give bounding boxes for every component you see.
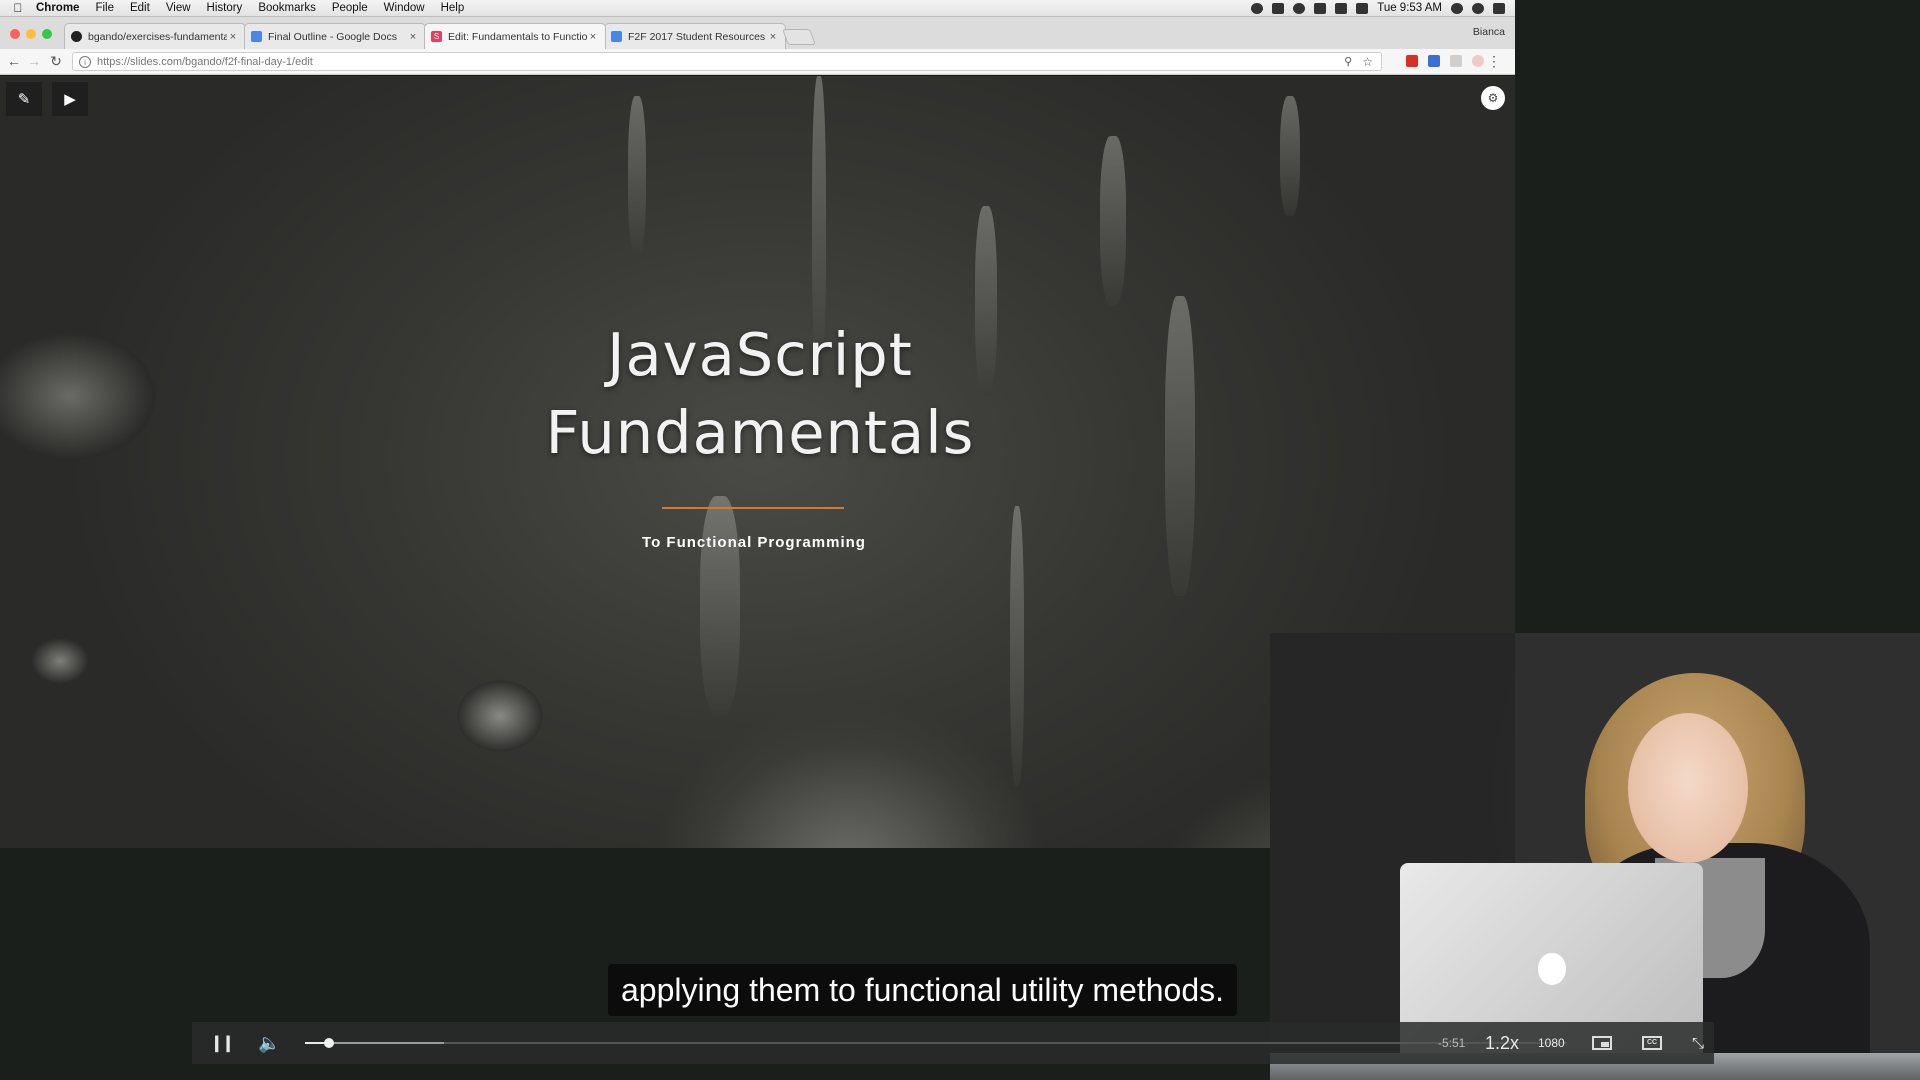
slide-title-line: Fundamentals: [545, 398, 975, 467]
quality-button[interactable]: 1080: [1538, 1022, 1565, 1064]
menu-bookmarks[interactable]: Bookmarks: [258, 2, 316, 14]
video-player-controls: ❙❙ 🔈 -5:51 1.2x 1080 CC ⤡: [192, 1022, 1714, 1064]
tab-close-icon[interactable]: ×: [767, 31, 779, 43]
airplay-icon[interactable]: [1335, 2, 1348, 14]
menu-edit[interactable]: Edit: [130, 2, 150, 14]
background-streak: [1100, 136, 1126, 306]
presenter-video-feed: [1270, 633, 1920, 1080]
slide-subtitle: To Functional Programming: [642, 534, 866, 551]
siri-icon[interactable]: [1472, 2, 1484, 14]
browser-tab-strip: bgando/exercises-fundamenta × Final Outl…: [0, 17, 1515, 49]
slides-icon: S: [431, 31, 442, 42]
pause-icon[interactable]: ❙❙: [210, 1022, 235, 1064]
volume-icon[interactable]: 🔈: [258, 1022, 280, 1064]
slide-title: JavaScript Fundamentals: [460, 316, 1060, 472]
extension-lastpass-icon[interactable]: [1406, 55, 1418, 67]
exit-fullscreen-icon[interactable]: ⤡: [1692, 1022, 1704, 1064]
google-docs-icon: [251, 31, 262, 42]
menu-window[interactable]: Window: [384, 2, 425, 14]
app-status-icon[interactable]: [1272, 2, 1285, 14]
browser-tab-final-outline[interactable]: Final Outline - Google Docs ×: [244, 23, 426, 49]
background-streak: [1010, 506, 1024, 786]
zoom-magnifier-icon[interactable]: ⚲: [1344, 55, 1352, 68]
browser-tab-github[interactable]: bgando/exercises-fundamenta ×: [64, 23, 246, 49]
tab-close-icon[interactable]: ×: [227, 31, 239, 43]
browser-toolbar: ← → ↻ i https://slides.com/bgando/f2f-fi…: [0, 49, 1515, 75]
menu-view[interactable]: View: [166, 2, 191, 14]
wifi-icon[interactable]: [1314, 2, 1327, 14]
time-remaining: -5:51: [1438, 1036, 1466, 1050]
notification-bell-icon[interactable]: [1251, 2, 1264, 14]
site-info-icon[interactable]: i: [79, 55, 91, 68]
progress-handle[interactable]: [323, 1038, 334, 1048]
address-url[interactable]: https://slides.com/bgando/f2f-final-day-…: [97, 56, 1344, 68]
edit-pencil-button[interactable]: ✎: [6, 82, 42, 116]
tab-title: Final Outline - Google Docs: [268, 30, 397, 43]
menu-clock[interactable]: Tue 9:53 AM: [1377, 2, 1442, 14]
extension-puzzle-icon[interactable]: [1450, 55, 1462, 67]
background-streak: [1165, 296, 1195, 596]
menu-help[interactable]: Help: [441, 2, 465, 14]
new-tab-button[interactable]: [782, 29, 816, 45]
bookmark-star-icon[interactable]: ☆: [1362, 55, 1373, 69]
slide-settings-icon[interactable]: ⚙: [1481, 86, 1505, 110]
apple-menu-icon[interactable]: : [0, 1, 36, 15]
subtitle-caption: applying them to functional utility meth…: [608, 964, 1237, 1016]
apple-logo-icon: [1538, 953, 1566, 985]
playback-speed-button[interactable]: 1.2x: [1485, 1022, 1519, 1064]
progress-bar[interactable]: [305, 1038, 1567, 1048]
picture-in-picture-icon[interactable]: [1592, 1022, 1614, 1064]
back-arrow-icon[interactable]: ←: [6, 53, 22, 69]
browser-tab-student-resources[interactable]: F2F 2017 Student Resources ×: [604, 23, 786, 49]
battery-icon[interactable]: [1356, 2, 1369, 14]
extension-timer-icon[interactable]: [1472, 55, 1484, 67]
present-play-button[interactable]: ▶: [52, 82, 88, 116]
browser-tab-slides-edit[interactable]: S Edit: Fundamentals to Functio ×: [424, 23, 606, 49]
window-close-icon[interactable]: [10, 29, 20, 39]
slide-title-line: JavaScript: [607, 320, 913, 389]
window-zoom-icon[interactable]: [42, 29, 52, 39]
menu-extras: Tue 9:53 AM: [1251, 0, 1505, 16]
infinity-icon[interactable]: [1293, 2, 1306, 14]
background-streak: [700, 496, 740, 716]
address-bar[interactable]: i https://slides.com/bgando/f2f-final-da…: [72, 52, 1382, 71]
closed-captions-icon[interactable]: CC: [1642, 1022, 1664, 1064]
chrome-menu-kebab-icon[interactable]: ⋮: [1487, 53, 1501, 70]
tab-title: Edit: Fundamentals to Functio: [448, 30, 587, 43]
notification-center-icon[interactable]: [1493, 2, 1505, 14]
tab-close-icon[interactable]: ×: [587, 31, 599, 43]
tab-title: F2F 2017 Student Resources: [628, 30, 766, 43]
window-minimize-icon[interactable]: [26, 29, 36, 39]
tab-title: bgando/exercises-fundamenta: [88, 30, 227, 43]
github-icon: [71, 31, 82, 42]
profile-name[interactable]: Bianca: [1473, 26, 1505, 38]
tab-close-icon[interactable]: ×: [407, 31, 419, 43]
slide-accent-divider: [662, 507, 844, 509]
menu-history[interactable]: History: [207, 2, 243, 14]
mac-menu-bar:  Chrome File Edit View History Bookmark…: [0, 0, 1515, 17]
background-streak: [1280, 96, 1300, 216]
menu-chrome[interactable]: Chrome: [36, 2, 79, 14]
menu-file[interactable]: File: [95, 2, 114, 14]
menu-people[interactable]: People: [332, 2, 368, 14]
background-streak: [628, 96, 646, 256]
presenter-face: [1628, 713, 1748, 863]
google-docs-icon: [611, 31, 622, 42]
forward-arrow-icon[interactable]: →: [26, 53, 42, 69]
extension-z-icon[interactable]: [1428, 55, 1440, 67]
spotlight-search-icon[interactable]: [1451, 2, 1463, 14]
reload-icon[interactable]: ↻: [48, 53, 64, 69]
